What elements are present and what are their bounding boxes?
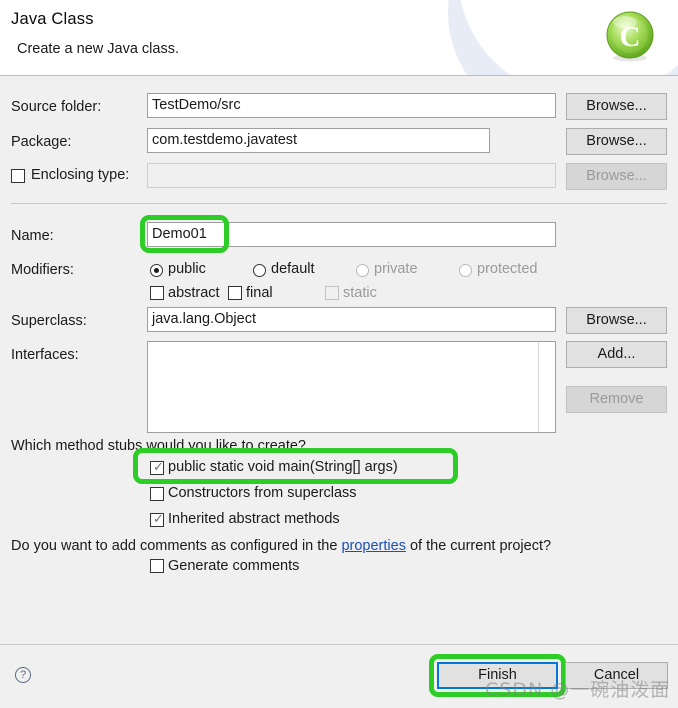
package-label: Package: <box>11 134 72 150</box>
help-icon[interactable]: ? <box>15 667 31 683</box>
stub-checkbox-main[interactable]: ✓ <box>150 461 164 475</box>
superclass-input[interactable]: java.lang.Object <box>147 307 556 332</box>
modifier-label-static: static <box>343 285 377 301</box>
class-name-input[interactable]: Demo01 <box>147 222 556 247</box>
interfaces-scrollbar[interactable] <box>538 342 555 432</box>
modifier-label-protected: protected <box>477 261 538 277</box>
page-title: Java Class <box>11 10 94 28</box>
interfaces-remove-button: Remove <box>566 386 667 413</box>
stub-label-constructors: Constructors from superclass <box>168 485 357 501</box>
modifier-label-private: private <box>374 261 418 277</box>
modifier-label-default: default <box>271 261 315 277</box>
enclosing-type-label: Enclosing type: <box>31 167 130 183</box>
modifiers-label: Modifiers: <box>11 262 74 278</box>
generate-comments-checkbox[interactable] <box>150 559 164 573</box>
comments-question-prefix: Do you want to add comments as configure… <box>11 538 342 554</box>
stub-checkbox-inherited[interactable]: ✓ <box>150 513 164 527</box>
footer-separator <box>0 644 678 645</box>
modifier-radio-private <box>356 264 369 277</box>
package-input[interactable]: com.testdemo.javatest <box>147 128 490 153</box>
source-folder-input[interactable]: TestDemo/src <box>147 93 556 118</box>
modifier-radio-protected <box>459 264 472 277</box>
enclosing-type-browse-button: Browse... <box>566 163 667 190</box>
modifier-label-final: final <box>246 285 273 301</box>
interfaces-listbox[interactable] <box>147 341 556 433</box>
modifier-radio-public[interactable] <box>150 264 163 277</box>
dialog-body: Source folder: TestDemo/src Browse... Pa… <box>0 76 678 708</box>
generate-comments-label: Generate comments <box>168 558 300 574</box>
project-properties-link[interactable]: properties <box>341 538 405 554</box>
dialog-header: Java Class Create a new Java class. C <box>0 0 678 76</box>
method-stubs-question: Which method stubs would you like to cre… <box>11 438 306 454</box>
modifier-checkbox-abstract[interactable] <box>150 286 164 300</box>
modifier-checkbox-static <box>325 286 339 300</box>
class-name-label: Name: <box>11 228 54 244</box>
section-separator-top <box>11 203 667 204</box>
check-glyph: ✓ <box>153 512 164 527</box>
interfaces-label: Interfaces: <box>11 347 79 363</box>
stub-checkbox-constructors[interactable] <box>150 487 164 501</box>
superclass-label: Superclass: <box>11 313 87 329</box>
enclosing-type-input <box>147 163 556 188</box>
watermark: CSDN @一碗油泼面 <box>485 679 671 701</box>
comments-question: Do you want to add comments as configure… <box>11 538 551 554</box>
interfaces-add-button[interactable]: Add... <box>566 341 667 368</box>
stub-label-main: public static void main(String[] args) <box>168 459 398 475</box>
modifier-radio-default[interactable] <box>253 264 266 277</box>
radio-dot <box>153 267 159 273</box>
comments-question-suffix: of the current project? <box>405 538 552 554</box>
java-class-icon: C <box>606 11 654 62</box>
source-folder-label: Source folder: <box>11 99 102 115</box>
modifier-label-abstract: abstract <box>168 285 220 301</box>
superclass-browse-button[interactable]: Browse... <box>566 307 667 334</box>
enclosing-type-checkbox[interactable] <box>11 169 25 183</box>
check-glyph: ✓ <box>153 460 164 475</box>
modifier-checkbox-final[interactable] <box>228 286 242 300</box>
stub-label-inherited: Inherited abstract methods <box>168 511 340 527</box>
page-subtitle: Create a new Java class. <box>17 41 179 57</box>
source-folder-browse-button[interactable]: Browse... <box>566 93 667 120</box>
modifier-label-public: public <box>168 261 206 277</box>
package-browse-button[interactable]: Browse... <box>566 128 667 155</box>
